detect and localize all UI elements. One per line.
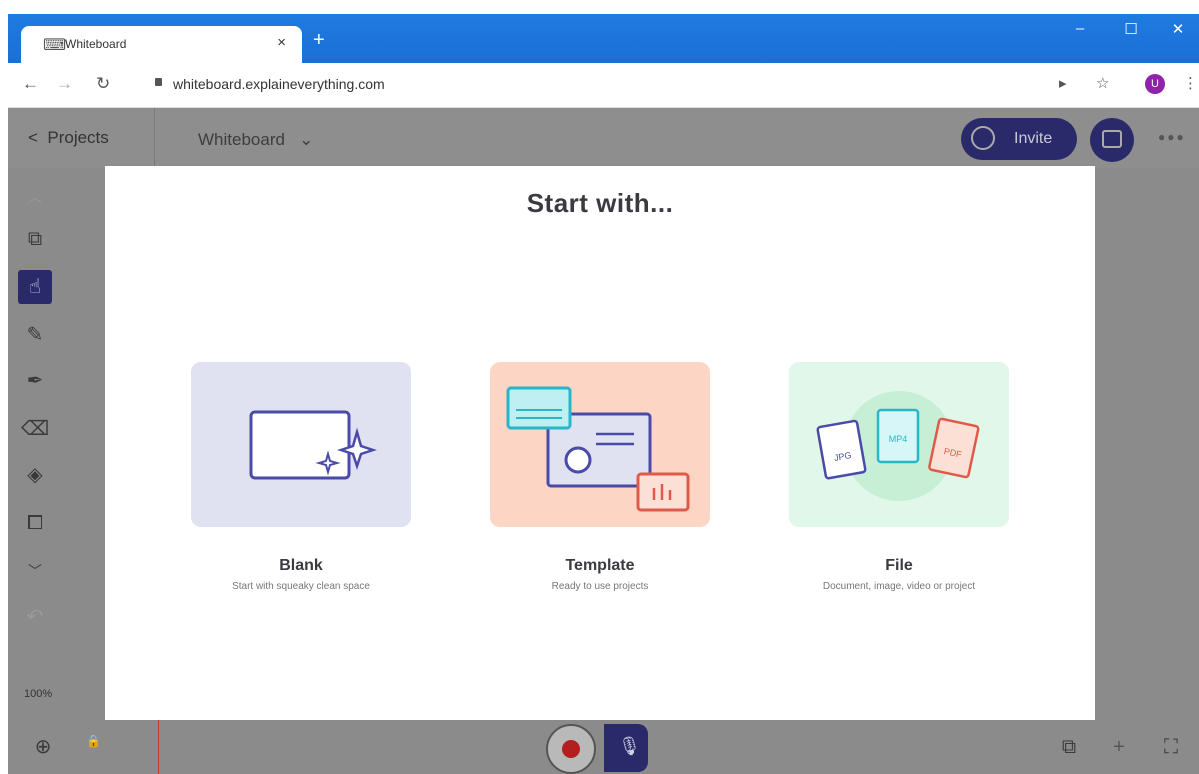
microphone-button[interactable]: 🎙	[604, 724, 648, 772]
profile-avatar[interactable]: U	[1145, 74, 1165, 94]
board-name: Whiteboard	[198, 130, 285, 149]
browser-tab-bar: ⌨ Whiteboard × + – ☐ ✕	[8, 14, 1199, 63]
option-blank-title: Blank	[279, 557, 323, 574]
zoom-icon[interactable]: ⊕	[26, 730, 60, 764]
invite-button[interactable]: Invite	[961, 118, 1077, 160]
close-window-button[interactable]: ✕	[1158, 20, 1198, 38]
file-card[interactable]: JPG MP4 PDF	[789, 362, 1009, 527]
tab-title: Whiteboard	[65, 37, 127, 51]
lock-icon[interactable]: 🔒	[86, 734, 101, 748]
shapes-icon[interactable]: ⧠	[18, 506, 52, 540]
share-icon	[1102, 130, 1122, 148]
reload-icon[interactable]: ↻	[96, 74, 110, 94]
template-card[interactable]	[490, 362, 710, 527]
maximize-button[interactable]: ☐	[1111, 20, 1151, 38]
add-slide-icon[interactable]: ⧉	[18, 222, 52, 256]
microphone-icon: 🎙	[618, 736, 641, 756]
option-template[interactable]: Template Ready to use projects	[490, 362, 710, 592]
more-options-icon[interactable]: ●●●	[1158, 130, 1186, 144]
bookmark-star-icon[interactable]: ☆	[1096, 74, 1109, 92]
projects-back-button[interactable]: < Projects	[28, 128, 109, 148]
option-file-title: File	[885, 557, 913, 574]
invite-label: Invite	[1014, 130, 1053, 147]
pencil-icon[interactable]: ✎	[18, 318, 52, 352]
undo-icon[interactable]: ↶	[18, 600, 52, 634]
record-button[interactable]	[546, 724, 596, 774]
zoom-level: 100%	[24, 688, 53, 700]
option-blank[interactable]: Blank Start with squeaky clean space	[191, 362, 411, 592]
new-tab-button[interactable]: +	[313, 30, 325, 50]
template-icon	[506, 386, 690, 512]
chevron-up-icon[interactable]: ︿	[18, 180, 52, 214]
file-types-icon: JPG MP4 PDF	[816, 391, 980, 501]
share-button[interactable]	[1090, 118, 1134, 162]
option-file-subtitle: Document, image, video or project	[822, 581, 976, 592]
pen-icon[interactable]: ✒	[18, 364, 52, 398]
back-arrow-icon[interactable]: ←	[22, 74, 39, 94]
mp4-label: MP4	[889, 434, 908, 444]
chevron-down-icon[interactable]: ﹀	[18, 554, 52, 588]
app-header: < Projects Whiteboard ⌄ Invite ●●●	[8, 108, 1199, 168]
option-template-title: Template	[565, 557, 635, 574]
chevron-down-icon: ⌄	[289, 130, 314, 149]
timeline-marker	[158, 720, 159, 774]
menu-kebab-icon[interactable]: ⋮	[1183, 74, 1198, 92]
forward-arrow-icon[interactable]: →	[56, 74, 73, 94]
option-file[interactable]: JPG MP4 PDF File Document, image, video …	[789, 362, 1009, 592]
lock-icon	[155, 78, 162, 86]
blank-canvas-icon	[249, 410, 377, 480]
option-blank-subtitle: Start with squeaky clean space	[232, 581, 370, 592]
add-slide-plus-icon[interactable]: +	[1102, 730, 1136, 764]
record-dot-icon	[562, 740, 580, 758]
user-icon	[971, 126, 995, 150]
whiteboard-favicon-icon: ⌨	[43, 37, 67, 54]
fill-bucket-icon[interactable]: ◈	[18, 458, 52, 492]
tab-close-icon[interactable]: ×	[277, 34, 286, 51]
slides-icon[interactable]: ⧉	[1052, 730, 1086, 764]
start-with-dialog: Start with... Blank Start with squeaky c…	[105, 166, 1095, 720]
tool-sidebar: ︿ ⧉ ☝ ✎ ✒ ⌫ ◈ ⧠ ﹀ ↶	[8, 168, 98, 723]
fullscreen-icon[interactable]: ⛶	[1154, 730, 1188, 764]
header-divider	[154, 108, 155, 168]
board-name-dropdown[interactable]: Whiteboard ⌄	[198, 130, 313, 150]
url-field[interactable]: whiteboard.explaineverything.com	[173, 76, 385, 92]
footer-bar: ⊕ 🔒 🎙 ⧉ + ⛶	[8, 720, 1199, 774]
minimize-button[interactable]: –	[1060, 20, 1100, 37]
address-bar: ← → ↻ whiteboard.explaineverything.com ▸…	[8, 63, 1199, 108]
eraser-icon[interactable]: ⌫	[18, 412, 52, 446]
option-template-subtitle: Ready to use projects	[551, 581, 649, 592]
blank-card[interactable]	[191, 362, 411, 527]
projects-label: Projects	[47, 128, 109, 147]
camera-icon[interactable]: ▸	[1059, 74, 1067, 92]
hand-tool-icon[interactable]: ☝	[18, 270, 52, 304]
chevron-left-icon: <	[28, 128, 48, 147]
dialog-title: Start with...	[526, 188, 674, 218]
browser-tab[interactable]: ⌨ Whiteboard ×	[21, 26, 302, 63]
